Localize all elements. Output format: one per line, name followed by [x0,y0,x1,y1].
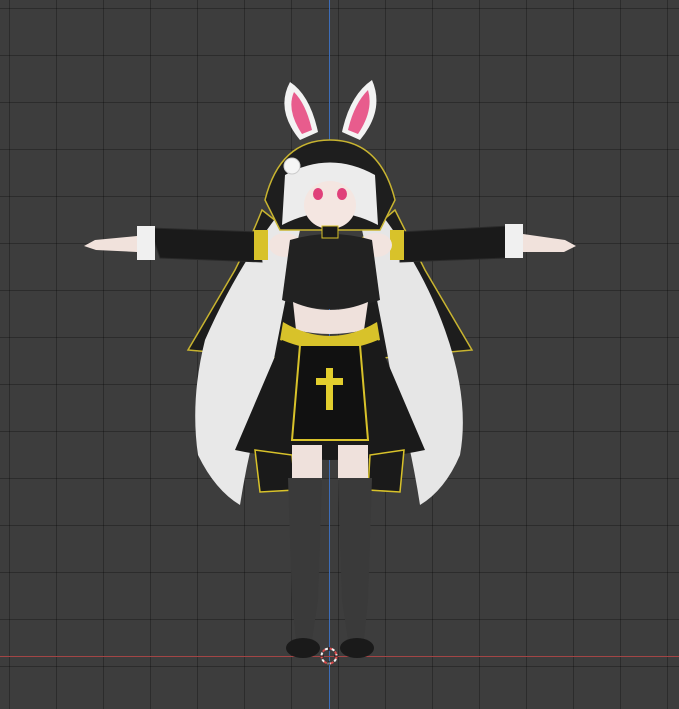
choker [321,225,339,239]
flower-hair-ornament [283,157,301,175]
3d-viewport[interactable] [0,0,679,709]
face [304,181,356,229]
right-armband [390,230,404,260]
right-thigh-skin [338,445,368,480]
3d-cursor-icon[interactable] [320,647,338,665]
right-tail [367,449,405,493]
left-hand [84,236,137,252]
right-cuff [505,224,523,258]
cross-horizontal [316,378,343,385]
left-cuff [137,226,155,260]
right-shoe [340,638,374,658]
left-thigh-skin [292,445,322,480]
torso-top [282,234,380,309]
character-model[interactable] [0,0,679,709]
left-shoe [286,638,320,658]
left-stocking [288,478,322,640]
cross-vertical [326,368,333,410]
left-sleeve [149,227,263,263]
right-sleeve [399,225,511,263]
right-eye [337,188,347,200]
left-armband [254,230,268,260]
right-hand [523,234,576,252]
left-eye [313,188,323,200]
right-stocking [338,478,372,640]
